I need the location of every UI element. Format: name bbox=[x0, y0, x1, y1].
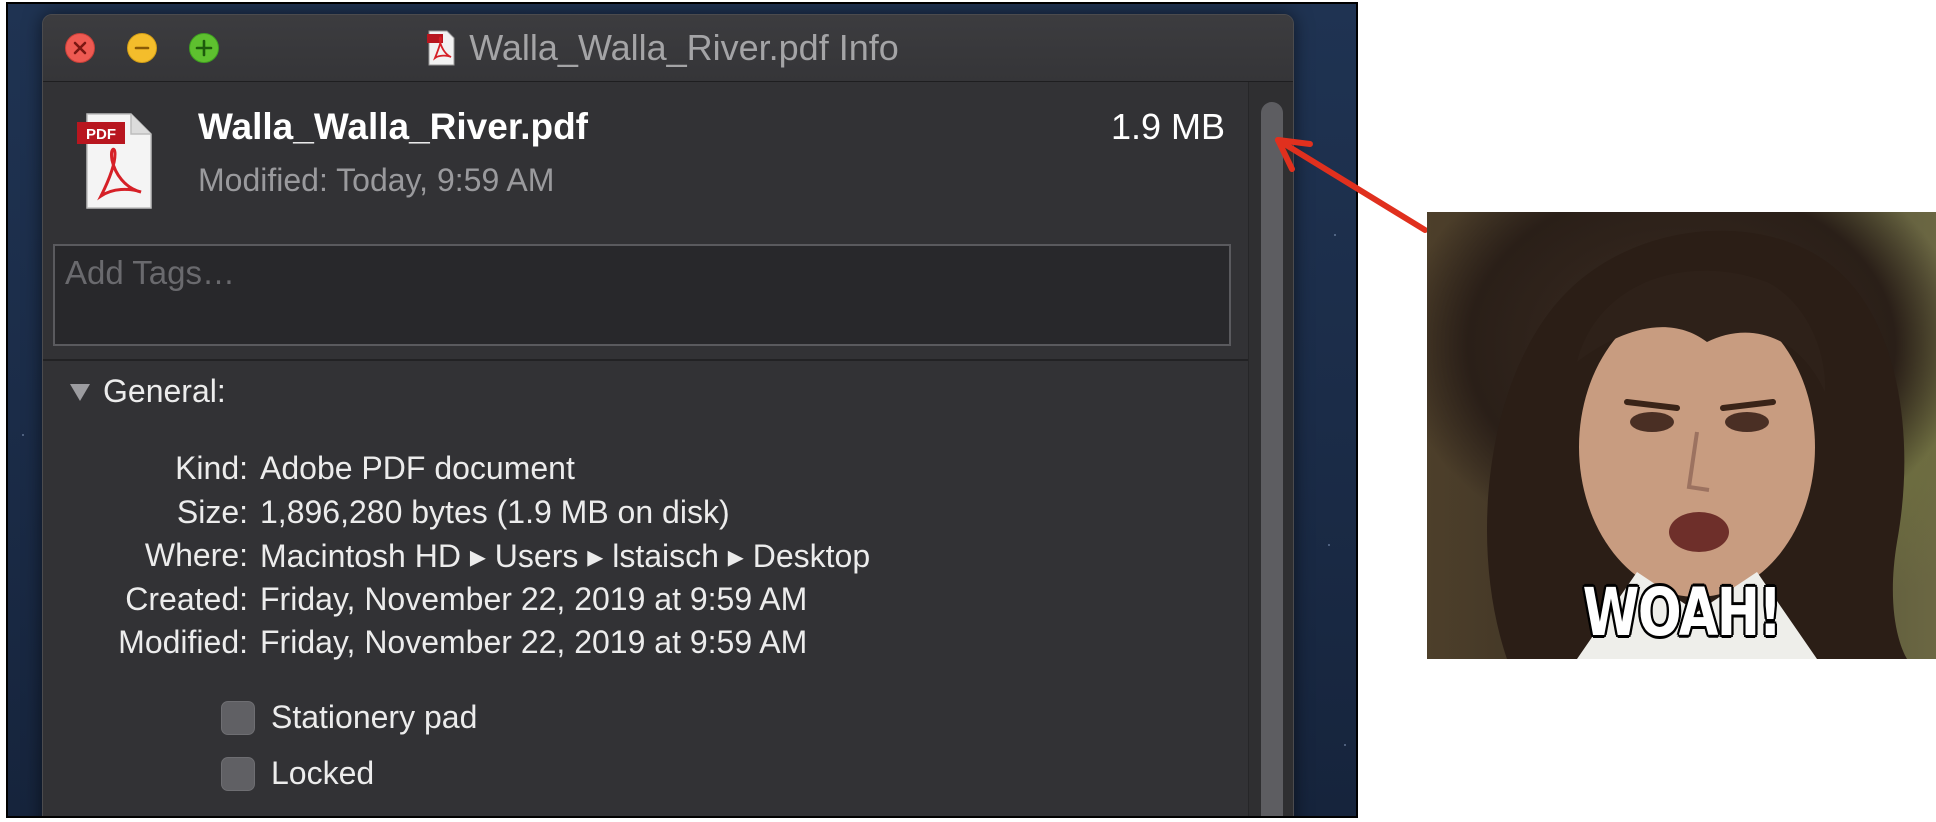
window-title: Walla_Walla_River.pdf Info bbox=[43, 15, 1293, 81]
general-info-grid: Kind: Adobe PDF document Size: 1,896,280… bbox=[43, 447, 1193, 665]
meme-image: WOAH! bbox=[1427, 212, 1936, 659]
info-row-modified: Modified: Friday, November 22, 2019 at 9… bbox=[43, 621, 1193, 665]
info-label: Where: bbox=[144, 537, 248, 574]
info-row-created: Created: Friday, November 22, 2019 at 9:… bbox=[43, 578, 1193, 622]
info-row-where: Where: Macintosh HD ▸ Users ▸ lstaisch ▸… bbox=[43, 534, 1193, 578]
info-label: Created: bbox=[125, 580, 248, 617]
tags-field[interactable] bbox=[53, 244, 1231, 346]
info-value: Macintosh HD ▸ Users ▸ lstaisch ▸ Deskto… bbox=[260, 537, 871, 574]
general-section-toggle[interactable]: General: bbox=[69, 373, 226, 410]
window-title-text: Walla_Walla_River.pdf Info bbox=[469, 27, 899, 68]
section-divider bbox=[43, 359, 1249, 361]
info-window: Walla_Walla_River.pdf Info PDF Walla_Wal… bbox=[42, 14, 1294, 816]
info-value: Friday, November 22, 2019 at 9:59 AM bbox=[260, 624, 808, 661]
desktop-star bbox=[22, 434, 24, 436]
info-row-size: Size: 1,896,280 bytes (1.9 MB on disk) bbox=[43, 491, 1193, 535]
screenshot-frame: Walla_Walla_River.pdf Info PDF Walla_Wal… bbox=[6, 2, 1358, 818]
info-value: 1,896,280 bytes (1.9 MB on disk) bbox=[260, 493, 730, 530]
desktop-star bbox=[1328, 544, 1330, 546]
pdf-badge-text: PDF bbox=[86, 126, 116, 143]
locked-checkbox[interactable] bbox=[221, 756, 255, 791]
file-size: 1.9 MB bbox=[1110, 106, 1225, 147]
pdf-document-icon: PDF bbox=[77, 113, 152, 209]
file-header: PDF Walla_Walla_River.pdf 1.9 MB Modifie… bbox=[43, 82, 1293, 209]
info-value: Friday, November 22, 2019 at 9:59 AM bbox=[260, 580, 808, 617]
info-label: Modified: bbox=[118, 624, 248, 661]
general-heading: General: bbox=[103, 373, 226, 409]
locked-option[interactable]: Locked bbox=[221, 755, 374, 792]
info-value: Adobe PDF document bbox=[260, 450, 575, 487]
desktop-star bbox=[1344, 744, 1346, 746]
stationery-pad-option[interactable]: Stationery pad bbox=[221, 699, 477, 736]
pdf-title-icon bbox=[427, 30, 455, 66]
stationery-pad-checkbox[interactable] bbox=[221, 700, 255, 735]
annotation-arrow-icon bbox=[1275, 137, 1428, 233]
tags-input[interactable] bbox=[55, 246, 1229, 300]
info-label: Kind: bbox=[175, 450, 248, 487]
stationery-pad-label: Stationery pad bbox=[271, 699, 478, 735]
title-bar[interactable]: Walla_Walla_River.pdf Info bbox=[43, 15, 1293, 82]
disclosure-triangle-icon bbox=[70, 383, 90, 401]
info-row-kind: Kind: Adobe PDF document bbox=[43, 447, 1193, 491]
modified-summary: Modified: Today, 9:59 AM bbox=[198, 162, 555, 198]
info-label: Size: bbox=[176, 493, 248, 530]
locked-label: Locked bbox=[271, 755, 375, 791]
meme-caption: WOAH! bbox=[1582, 574, 1782, 651]
file-name: Walla_Walla_River.pdf bbox=[198, 106, 588, 147]
